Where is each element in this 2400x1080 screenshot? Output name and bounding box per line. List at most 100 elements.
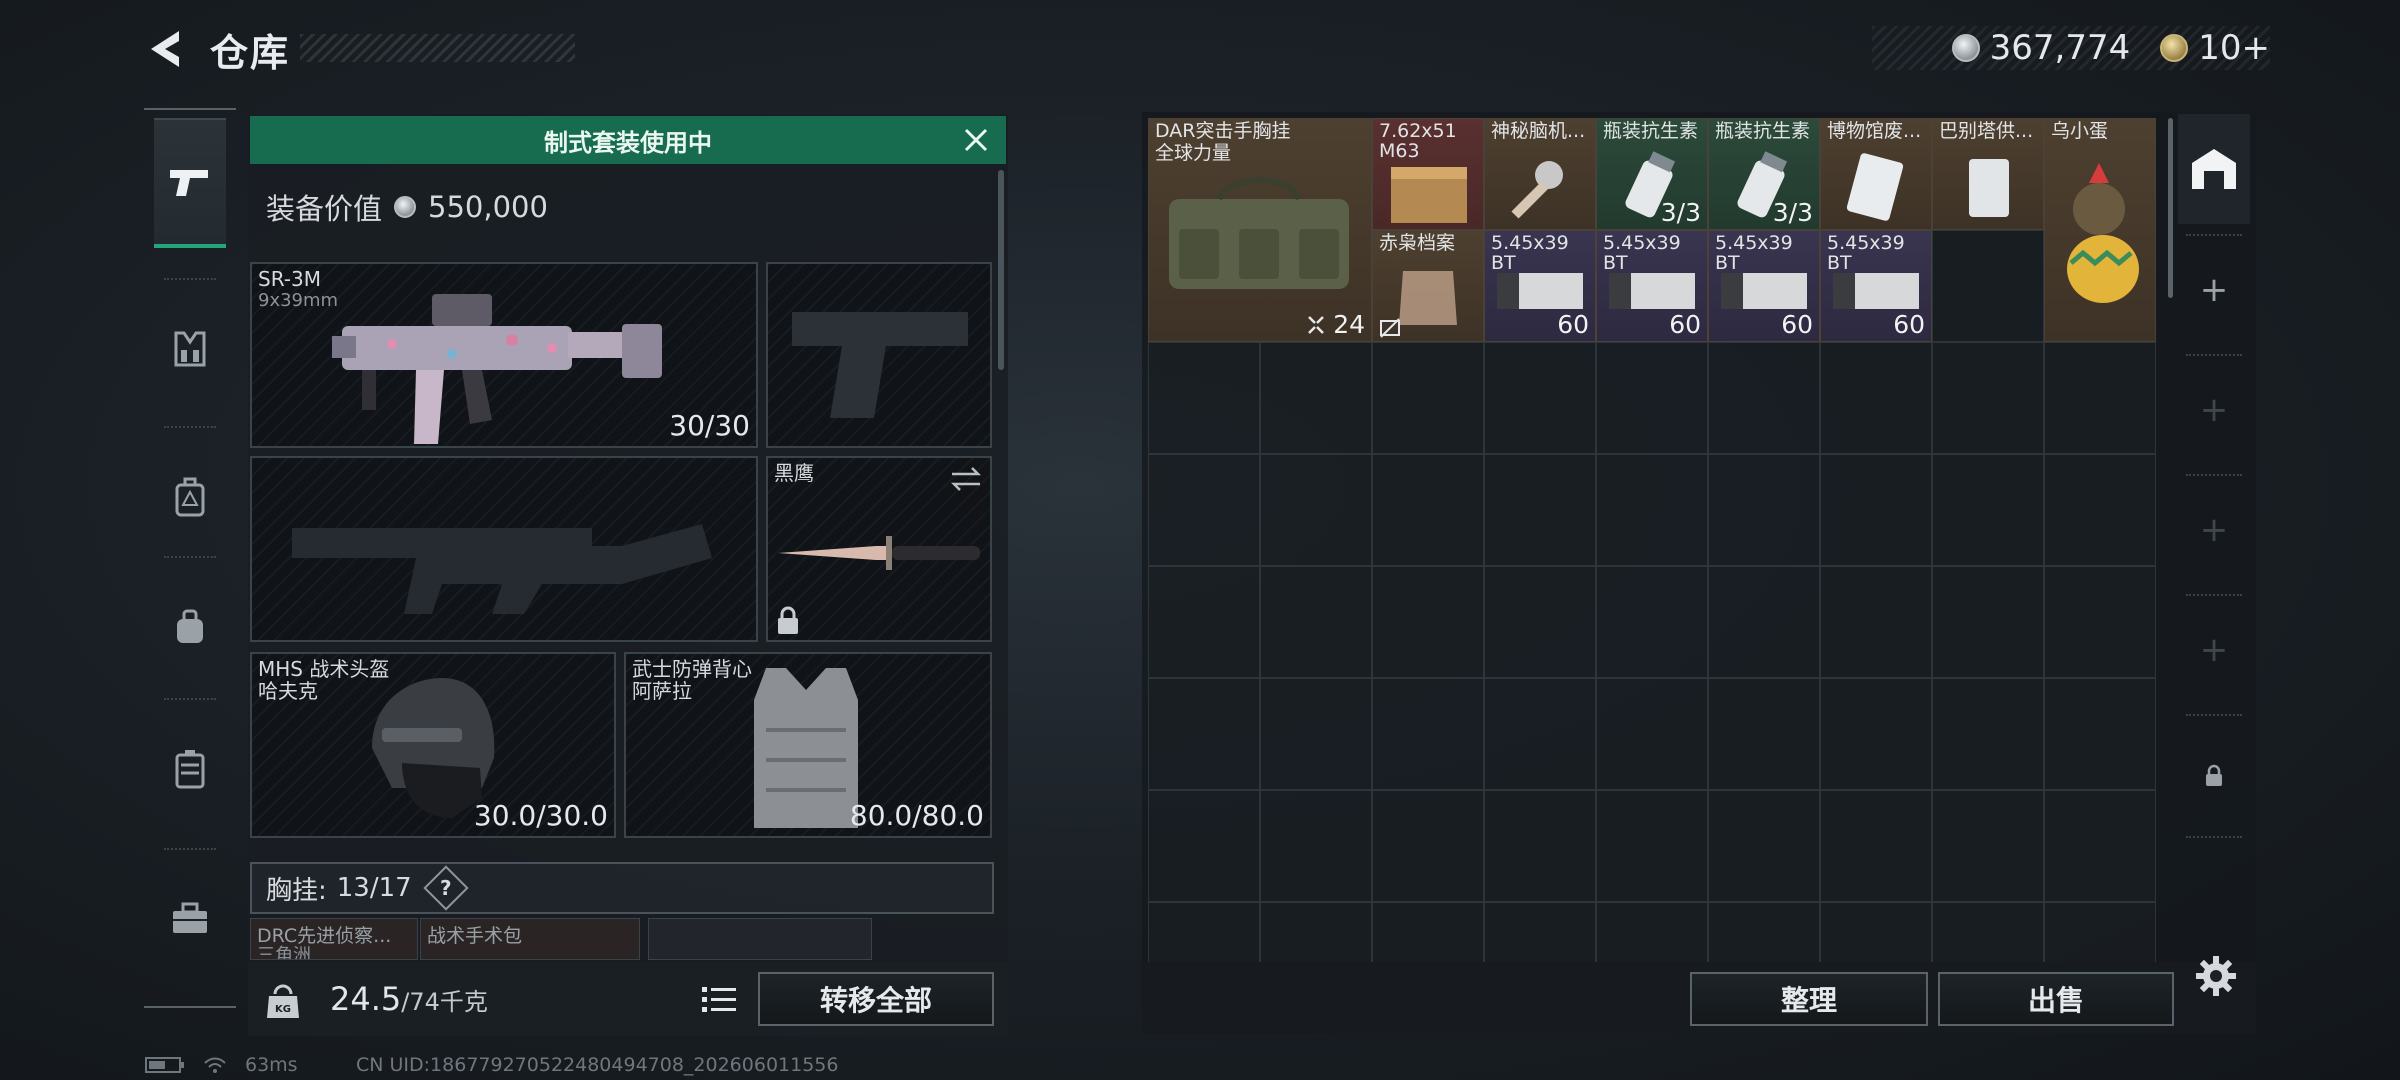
grid-cell[interactable]: [1260, 790, 1372, 902]
storage-item[interactable]: 7.62x51 M63: [1372, 118, 1484, 230]
secondary-weapon-slot[interactable]: [250, 456, 758, 642]
grid-cell[interactable]: [1820, 342, 1932, 454]
organize-button[interactable]: 整理: [1690, 972, 1928, 1026]
grid-cell[interactable]: [2044, 790, 2156, 902]
grid-cell[interactable]: [1708, 790, 1820, 902]
grid-cell[interactable]: [1932, 230, 2044, 342]
storage-item[interactable]: 5.45x39 BT 60: [1596, 230, 1708, 342]
settings-button[interactable]: [2192, 952, 2240, 1000]
grid-cell[interactable]: [1484, 342, 1596, 454]
grid-cell[interactable]: [1484, 454, 1596, 566]
add-page-button[interactable]: +: [2178, 360, 2250, 460]
grid-cell[interactable]: [2044, 342, 2156, 454]
grid-cell[interactable]: [1708, 902, 1820, 962]
grid-cell[interactable]: [1932, 342, 2044, 454]
grid-cell[interactable]: [1484, 902, 1596, 962]
add-page-button[interactable]: +: [2178, 240, 2250, 340]
grid-cell[interactable]: [1372, 566, 1484, 678]
pistol-slot[interactable]: [766, 262, 992, 448]
chest-item-slot[interactable]: 战术手术包: [420, 918, 640, 960]
grid-cell[interactable]: [2044, 566, 2156, 678]
grid-cell[interactable]: [1484, 566, 1596, 678]
grid-cell[interactable]: [1596, 790, 1708, 902]
grid-cell[interactable]: [1932, 790, 2044, 902]
grid-cell[interactable]: [1596, 342, 1708, 454]
grid-cell[interactable]: [1372, 902, 1484, 962]
grid-cell[interactable]: [1596, 902, 1708, 962]
storage-item[interactable]: 5.45x39 BT 60: [1708, 230, 1820, 342]
armor-slot[interactable]: 武士防弹背心 阿萨拉 80.0/80.0: [624, 652, 992, 838]
storage-item[interactable]: 乌小蛋: [2044, 118, 2156, 342]
grid-cell[interactable]: [1148, 902, 1260, 962]
chest-rig-bar[interactable]: 胸挂: 13/17 ?: [250, 862, 994, 914]
grid-cell[interactable]: [1820, 902, 1932, 962]
grid-cell[interactable]: [1260, 454, 1372, 566]
storage-item[interactable]: DAR突击手胸挂 全球力量 24: [1148, 118, 1372, 342]
rail-tab-chest-rig[interactable]: [154, 284, 226, 414]
add-page-button[interactable]: +: [2178, 600, 2250, 700]
grid-cell[interactable]: [1148, 790, 1260, 902]
grid-cell[interactable]: [1932, 678, 2044, 790]
grid-cell[interactable]: [1148, 678, 1260, 790]
storage-item[interactable]: 瓶装抗生素 3/3: [1708, 118, 1820, 230]
grid-cell[interactable]: [1820, 790, 1932, 902]
grid-cell[interactable]: [1484, 678, 1596, 790]
storage-item[interactable]: 赤枭档案: [1372, 230, 1484, 342]
storage-item[interactable]: 巴别塔供...: [1932, 118, 2044, 230]
primary-weapon-slot[interactable]: SR-3M 9x39mm 30/30: [250, 262, 758, 448]
grid-cell[interactable]: [1372, 454, 1484, 566]
chest-item-slot[interactable]: DRC先进侦察... 三角洲: [250, 918, 418, 960]
back-button[interactable]: [140, 24, 190, 74]
grid-cell[interactable]: [1820, 566, 1932, 678]
rail-tab-backpack[interactable]: [154, 432, 226, 562]
grid-cell[interactable]: [1484, 790, 1596, 902]
sell-button[interactable]: 出售: [1938, 972, 2174, 1026]
rail-tab-weapons[interactable]: [154, 118, 226, 248]
grid-cell[interactable]: [1596, 454, 1708, 566]
help-button[interactable]: ?: [423, 865, 469, 911]
grid-cell[interactable]: [1260, 342, 1372, 454]
storage-item[interactable]: 神秘脑机...: [1484, 118, 1596, 230]
grid-cell[interactable]: [1708, 342, 1820, 454]
grid-cell[interactable]: [1372, 342, 1484, 454]
storage-item[interactable]: 5.45x39 BT 60: [1820, 230, 1932, 342]
grid-cell[interactable]: [1708, 678, 1820, 790]
grid-cell[interactable]: [1708, 454, 1820, 566]
grid-cell[interactable]: [1260, 566, 1372, 678]
grid-cell[interactable]: [1596, 566, 1708, 678]
grid-cell[interactable]: [1372, 790, 1484, 902]
storage-item[interactable]: 5.45x39 BT 60: [1484, 230, 1596, 342]
locked-page-tab[interactable]: [2178, 726, 2250, 826]
storage-item[interactable]: 瓶装抗生素 3/3: [1596, 118, 1708, 230]
rail-tab-pouch[interactable]: [154, 562, 226, 692]
grid-cell[interactable]: [1820, 454, 1932, 566]
list-view-button[interactable]: [696, 976, 742, 1022]
grid-cell[interactable]: [2044, 678, 2156, 790]
banner-close-button[interactable]: [960, 124, 992, 156]
grid-cell[interactable]: [1596, 678, 1708, 790]
rail-tab-toolbox[interactable]: [154, 854, 226, 984]
transfer-all-button[interactable]: 转移全部: [758, 972, 994, 1026]
grid-cell[interactable]: [1932, 566, 2044, 678]
grid-cell[interactable]: [1708, 566, 1820, 678]
storage-scrollbar[interactable]: [2168, 118, 2173, 298]
grid-cell[interactable]: [1148, 566, 1260, 678]
chest-item-slot[interactable]: [648, 918, 872, 960]
grid-cell[interactable]: [2044, 454, 2156, 566]
storage-item[interactable]: 博物馆废...: [1820, 118, 1932, 230]
swap-icon[interactable]: [950, 466, 982, 492]
helmet-slot[interactable]: MHS 战术头盔 哈夫克 30.0/30.0: [250, 652, 616, 838]
grid-cell[interactable]: [1260, 678, 1372, 790]
add-page-button[interactable]: +: [2178, 480, 2250, 580]
rail-tab-vest[interactable]: [154, 704, 226, 834]
grid-cell[interactable]: [1148, 454, 1260, 566]
grid-cell[interactable]: [1148, 342, 1260, 454]
grid-cell[interactable]: [1932, 902, 2044, 962]
loadout-scrollbar[interactable]: [998, 170, 1004, 370]
grid-cell[interactable]: [1372, 678, 1484, 790]
melee-slot[interactable]: 黑鹰: [766, 456, 992, 642]
storage-page-tab-active[interactable]: [2178, 114, 2250, 224]
grid-cell[interactable]: [2044, 902, 2156, 962]
grid-cell[interactable]: [1820, 678, 1932, 790]
grid-cell[interactable]: [1260, 902, 1372, 962]
